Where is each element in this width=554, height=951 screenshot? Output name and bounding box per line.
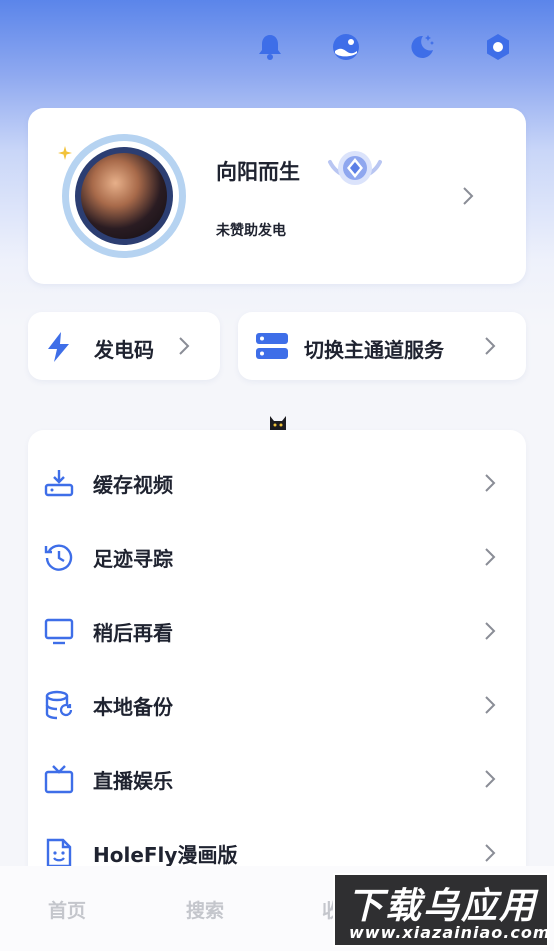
menu-item-label: 足迹寻踪: [93, 547, 173, 571]
chevron-right-icon: [484, 547, 496, 571]
switch-server-button[interactable]: 切换主通道服务: [238, 312, 526, 380]
watermark-url: www.xiazainiao.com: [349, 923, 551, 942]
avatar[interactable]: [58, 134, 186, 258]
menu-card: 缓存视频 足迹寻踪 稍后再看 本地备份 直播娱乐 HoleFly漫画版: [28, 430, 526, 870]
menu-item-local-backup[interactable]: 本地备份: [28, 668, 526, 742]
sparkle-icon: [58, 146, 72, 160]
profile-card[interactable]: 向阳而生 未赞助发电: [28, 108, 526, 284]
charge-code-label: 发电码: [94, 338, 154, 362]
chevron-right-icon: [484, 621, 496, 645]
comic-icon: [44, 838, 74, 868]
chevron-right-icon: [484, 473, 496, 497]
chevron-right-icon: [484, 336, 496, 360]
nav-home[interactable]: 首页: [48, 896, 86, 923]
server-icon: [256, 332, 288, 364]
monitor-icon: [44, 616, 74, 646]
menu-item-label: 本地备份: [93, 695, 173, 719]
bell-icon[interactable]: [254, 31, 286, 63]
menu-item-label: HoleFly漫画版: [93, 843, 238, 867]
switch-server-label: 切换主通道服务: [304, 338, 444, 362]
history-icon: [44, 542, 74, 572]
top-toolbar: [254, 31, 514, 63]
chevron-right-icon[interactable]: [462, 186, 474, 210]
tv-icon: [44, 764, 74, 794]
theme-icon[interactable]: [330, 31, 362, 63]
charge-code-button[interactable]: 发电码: [28, 312, 220, 380]
chevron-right-icon: [484, 843, 496, 867]
menu-item-watch-later[interactable]: 稍后再看: [28, 594, 526, 668]
database-icon: [44, 690, 74, 720]
medal-icon: [326, 148, 384, 194]
chevron-right-icon: [484, 695, 496, 719]
avatar-image: [75, 147, 173, 245]
menu-item-history[interactable]: 足迹寻踪: [28, 520, 526, 594]
night-mode-icon[interactable]: [406, 31, 438, 63]
menu-item-label: 直播娱乐: [93, 769, 173, 793]
watermark-title: 下载乌应用: [347, 886, 538, 927]
sponsor-status: 未赞助发电: [216, 223, 286, 239]
nav-search[interactable]: 搜索: [186, 896, 224, 923]
download-icon: [44, 468, 74, 498]
watermark-logo: 下载乌应用 www.xiazainiao.com: [333, 873, 549, 947]
menu-item-label: 缓存视频: [93, 473, 173, 497]
lightning-icon: [46, 332, 72, 366]
chevron-right-icon: [484, 769, 496, 793]
menu-item-label: 稍后再看: [93, 621, 173, 645]
menu-item-live[interactable]: 直播娱乐: [28, 742, 526, 816]
menu-item-cache-video[interactable]: 缓存视频: [28, 446, 526, 520]
chevron-right-icon: [178, 336, 190, 360]
settings-icon[interactable]: [482, 31, 514, 63]
user-name: 向阳而生: [216, 160, 300, 184]
